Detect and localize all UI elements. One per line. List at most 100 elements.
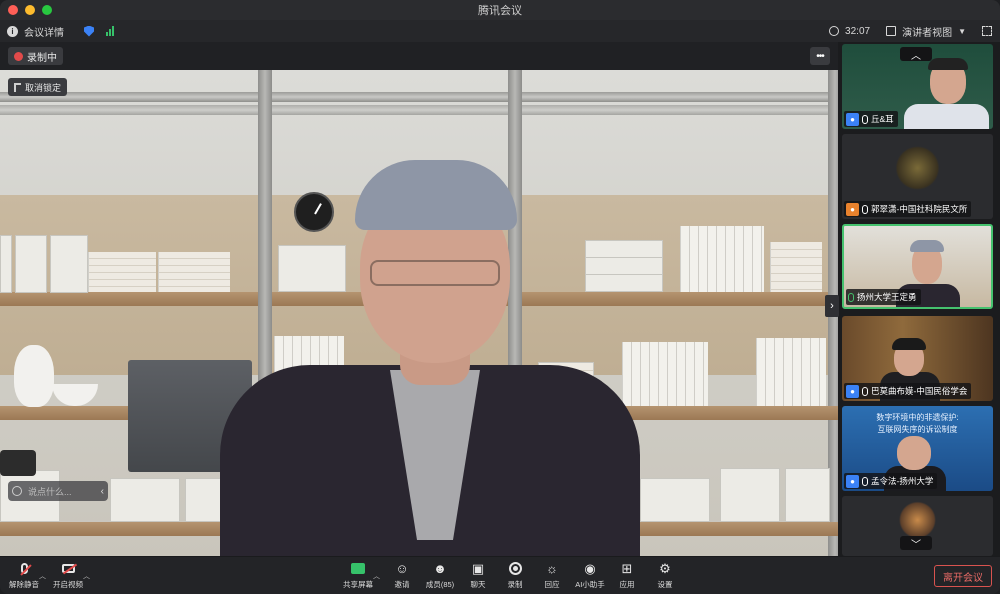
chevron-down-icon[interactable]: ▼ — [958, 27, 966, 36]
user-avatar-icon: ● — [846, 384, 859, 398]
user-avatar-icon: ● — [846, 474, 859, 488]
share-screen-label: 共享屏幕 — [343, 580, 373, 589]
window-controls — [8, 5, 52, 15]
bottom-toolbar: 解除静音 ︿ 开启视频 ︿ 共享屏幕 ︿ ☺ 邀请 ☻ 成员(85) ▣ 聊天 … — [0, 556, 1000, 594]
chat-bubble-icon: ▣ — [471, 561, 485, 576]
participant-name: 丘&耳 — [871, 114, 894, 124]
pin-icon — [14, 82, 21, 92]
participant-tile[interactable]: 数字环境中的非遗保护: 互联网失序的诉讼制度 ● 孟令法-扬州大学 — [842, 406, 993, 491]
microphone-icon — [862, 476, 868, 486]
more-options-button[interactable]: ••• — [810, 47, 830, 65]
participant-gallery: ︿ ● 丘&耳 ● 郭翠潇-中国社科院民文所 扬州大学王定勇 ● 巴莫曲布嫫-中… — [838, 42, 1000, 556]
speaker-video — [0, 70, 838, 556]
participant-label: ● 孟令法-扬州大学 — [844, 473, 938, 489]
meeting-window: 腾讯会议 i 会议详情 32:07 演讲者视图 ▼ 录制中 ••• 取消锁定 说… — [0, 0, 1000, 594]
share-options-chevron-icon[interactable]: ︿ — [373, 571, 380, 581]
participant-name: 郭翠潇-中国社科院民文所 — [871, 204, 968, 214]
ai-assistant-button[interactable]: ◉ AI小助手 — [570, 561, 610, 593]
participant-label: ● 巴莫曲布嫫-中国民俗学会 — [844, 383, 972, 399]
invite-label: 邀请 — [394, 580, 410, 589]
participant-name: 巴莫曲布嫫-中国民俗学会 — [871, 386, 968, 396]
speaker-figure — [220, 160, 640, 556]
apps-label: 应用 — [619, 580, 635, 589]
share-screen-button[interactable]: 共享屏幕 — [338, 561, 378, 593]
slide-title-line1: 数字环境中的非遗保护: — [876, 413, 959, 422]
chat-button[interactable]: ▣ 聊天 — [458, 561, 498, 593]
reaction-icon: ☼ — [546, 561, 558, 576]
user-avatar-icon: ● — [846, 202, 859, 216]
chat-label: 聊天 — [470, 580, 486, 589]
minimize-window-button[interactable] — [25, 5, 35, 15]
camera-off-icon — [61, 564, 75, 573]
settings-button[interactable]: ⚙ 设置 — [645, 561, 685, 593]
microphone-icon — [862, 114, 868, 124]
gallery-next-button[interactable]: › — [825, 295, 839, 317]
start-video-button[interactable]: 开启视频 — [48, 561, 88, 593]
start-video-label: 开启视频 — [53, 580, 83, 589]
settings-label: 设置 — [657, 580, 673, 589]
record-label: 录制 — [507, 580, 523, 589]
main-video-header: 录制中 ••• — [0, 42, 838, 70]
info-bar: i 会议详情 32:07 演讲者视图 ▼ — [0, 20, 1000, 42]
ai-assistant-label: AI小助手 — [575, 580, 605, 589]
main-video-area: 录制中 ••• 取消锁定 说点什么... ‹ — [0, 42, 838, 556]
microphone-muted-icon — [862, 204, 868, 214]
user-avatar-icon: ● — [846, 112, 859, 126]
close-window-button[interactable] — [8, 5, 18, 15]
view-mode-icon[interactable] — [886, 26, 897, 36]
ai-assistant-icon: ◉ — [584, 561, 596, 576]
record-icon — [508, 562, 522, 575]
title-bar: 腾讯会议 — [0, 0, 1000, 20]
gear-icon: ⚙ — [659, 561, 671, 576]
microphone-off-icon — [20, 563, 28, 574]
recording-icon — [14, 51, 23, 61]
apps-grid-icon: ⊞ — [621, 561, 633, 576]
chevron-left-icon[interactable]: ‹ — [101, 486, 104, 497]
record-button[interactable]: 录制 — [495, 561, 535, 593]
members-icon: ☻ — [433, 561, 447, 576]
participant-label: ● 郭翠潇-中国社科院民文所 — [844, 201, 972, 217]
participant-label: ● 丘&耳 — [844, 111, 898, 127]
meeting-timer: 32:07 — [845, 25, 871, 37]
participant-name: 孟令法-扬州大学 — [871, 476, 934, 486]
emoji-icon[interactable] — [12, 486, 22, 496]
participant-tile-active[interactable]: 扬州大学王定勇 — [842, 224, 993, 309]
apps-button[interactable]: ⊞ 应用 — [607, 561, 647, 593]
participant-tile[interactable]: ● 郭翠潇-中国社科院民文所 — [842, 134, 993, 219]
invite-button[interactable]: ☺ 邀请 — [382, 561, 422, 593]
clock-icon — [829, 26, 840, 36]
participant-name: 扬州大学王定勇 — [857, 292, 917, 302]
reactions-label: 回应 — [544, 580, 560, 589]
video-options-chevron-icon[interactable]: ︿ — [83, 571, 90, 581]
microphone-icon — [848, 292, 854, 302]
recording-label: 录制中 — [27, 52, 57, 64]
recording-badge[interactable]: 录制中 — [8, 47, 63, 65]
participant-label: 扬州大学王定勇 — [846, 289, 921, 305]
security-shield-icon[interactable] — [84, 25, 94, 37]
chat-input[interactable]: 说点什么... ‹ — [8, 481, 108, 501]
microphone-icon — [862, 386, 868, 396]
members-label: 成员(85) — [425, 580, 455, 589]
view-mode-selector[interactable]: 演讲者视图 — [902, 24, 952, 39]
gallery-scroll-up-button[interactable]: ︿ — [900, 47, 932, 62]
slide-title-line2: 互联网失序的诉讼制度 — [877, 425, 958, 434]
meeting-details-link[interactable]: 会议详情 — [24, 24, 64, 39]
reactions-button[interactable]: ☼ 回应 — [532, 561, 572, 593]
fullscreen-icon[interactable] — [982, 26, 992, 36]
unlock-label: 取消锁定 — [25, 82, 62, 93]
unlock-video-button[interactable]: 取消锁定 — [8, 78, 68, 96]
leave-meeting-button[interactable]: 离开会议 — [934, 565, 992, 587]
audio-options-chevron-icon[interactable]: ︿ — [39, 571, 46, 581]
unmute-button[interactable]: 解除静音 — [4, 561, 44, 593]
unmute-label: 解除静音 — [9, 580, 39, 589]
add-user-icon: ☺ — [395, 561, 409, 576]
info-icon[interactable]: i — [7, 25, 18, 37]
chat-placeholder: 说点什么... — [28, 486, 72, 497]
members-button[interactable]: ☻ 成员(85) — [420, 561, 460, 593]
participant-tile[interactable]: ● 巴莫曲布嫫-中国民俗学会 — [842, 316, 993, 401]
share-screen-icon — [351, 563, 365, 574]
network-signal-icon[interactable] — [106, 26, 114, 36]
maximize-window-button[interactable] — [42, 5, 52, 15]
gallery-scroll-down-button[interactable]: ﹀ — [900, 536, 932, 551]
window-title: 腾讯会议 — [478, 5, 522, 17]
